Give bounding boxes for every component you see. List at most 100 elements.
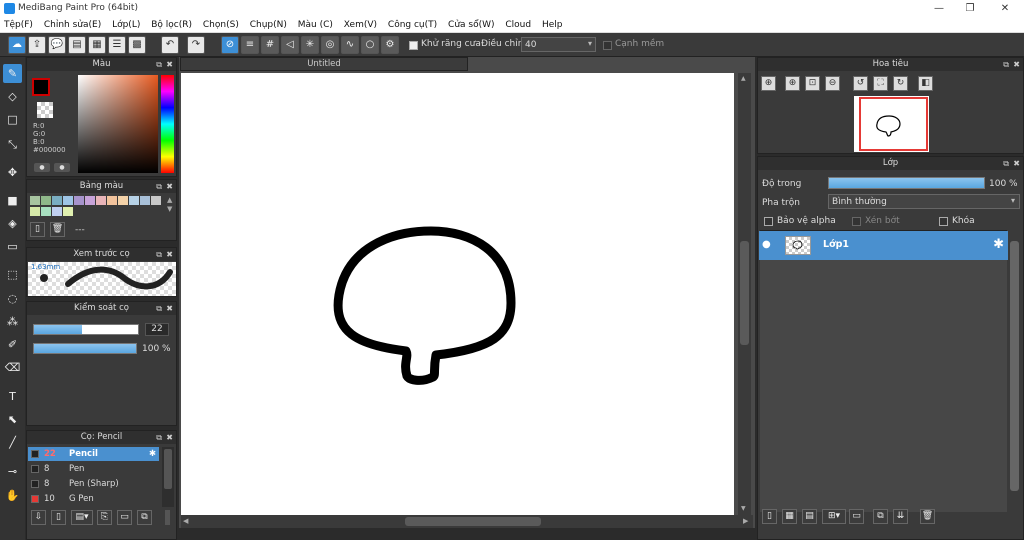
grid-icon[interactable]: ▩ xyxy=(128,36,146,54)
new-1bit-layer-icon[interactable]: ▤ xyxy=(802,509,817,524)
adjust-dropdown[interactable]: 40 ▾ xyxy=(521,37,596,52)
undo-icon[interactable]: ↶ xyxy=(161,36,179,54)
flip-icon[interactable]: ◧ xyxy=(918,76,933,91)
palette-swatch[interactable] xyxy=(41,196,51,205)
cloud-icon[interactable]: ☁ xyxy=(8,36,26,54)
undock-icon[interactable]: ⧉ xyxy=(156,248,162,261)
snap-off-icon[interactable]: ⊘ xyxy=(221,36,239,54)
protect-alpha-checkbox[interactable] xyxy=(764,217,773,226)
folder-icon[interactable]: ▭ xyxy=(117,510,132,525)
brush-item-pen[interactable]: 8 Pen xyxy=(28,462,159,476)
brush-item-gpen[interactable]: 10 G Pen xyxy=(28,492,159,506)
parallel-snap-icon[interactable]: ≡ xyxy=(241,36,259,54)
hand-tool-icon[interactable]: ✋ xyxy=(3,486,22,505)
gear-icon[interactable]: ✱ xyxy=(993,237,1004,252)
palette-scroll-icon[interactable]: ▲ ▼ xyxy=(167,196,172,214)
rectangle-tool-icon[interactable]: □ xyxy=(3,110,22,129)
vanish-snap-icon[interactable]: ◁ xyxy=(281,36,299,54)
zoom-out-icon[interactable]: ⊖ xyxy=(825,76,840,91)
undock-icon[interactable]: ⧉ xyxy=(156,58,162,71)
palette-swatch[interactable] xyxy=(140,196,150,205)
redo-icon[interactable]: ↷ xyxy=(187,36,205,54)
fit-screen-icon[interactable]: ⛶ xyxy=(873,76,888,91)
eyedropper-icon[interactable]: ⊸ xyxy=(3,462,22,481)
circle-snap-icon[interactable]: ◎ xyxy=(321,36,339,54)
hue-slider[interactable] xyxy=(161,75,174,173)
zoom-in-icon[interactable]: ⊕ xyxy=(785,76,800,91)
blend-mode-dropdown[interactable]: Bình thường ▾ xyxy=(828,194,1020,209)
merge-layer-icon[interactable]: ⇊ xyxy=(893,509,908,524)
menu-filter[interactable]: Bộ lọc(R) xyxy=(147,17,196,33)
export-icon[interactable]: ⇪ xyxy=(28,36,46,54)
new-halftone-layer-icon[interactable]: ▦ xyxy=(782,509,797,524)
operation-tool-icon[interactable]: ⬉ xyxy=(3,410,22,429)
close-icon[interactable]: ✖ xyxy=(1013,157,1020,170)
navigator-thumbnail[interactable] xyxy=(854,96,929,152)
undock-icon[interactable]: ⧉ xyxy=(1003,157,1009,170)
menu-layer[interactable]: Lớp(L) xyxy=(108,17,144,33)
brush-item-pencil[interactable]: 22 Pencil ✱ xyxy=(28,447,159,461)
canvas-horizontal-scrollbar[interactable]: ◀ ▶ xyxy=(181,515,753,528)
menu-view[interactable]: Xem(V) xyxy=(340,17,381,33)
fill-rect-tool-icon[interactable]: ■ xyxy=(3,191,22,210)
layer-folder-icon[interactable]: ▭ xyxy=(849,509,864,524)
palette-swatch[interactable] xyxy=(74,196,84,205)
gradient-tool-icon[interactable]: ▭ xyxy=(3,237,22,256)
menu-cloud[interactable]: Cloud xyxy=(501,17,535,33)
divide-tool-icon[interactable]: ╱ xyxy=(3,433,22,452)
layer-opacity-slider[interactable] xyxy=(828,177,985,189)
palette-swatch[interactable] xyxy=(96,196,106,205)
undock-icon[interactable]: ⧉ xyxy=(1003,58,1009,71)
color-mode2-icon[interactable]: ● xyxy=(54,163,70,172)
brush-settings-icon[interactable]: ⎘ xyxy=(97,510,112,525)
menu-color[interactable]: Màu (C) xyxy=(294,17,337,33)
palette-swatch[interactable] xyxy=(85,196,95,205)
menu-select[interactable]: Chọn(S) xyxy=(199,17,243,33)
close-icon[interactable]: ✖ xyxy=(166,248,173,261)
move-tool-icon[interactable]: ✥ xyxy=(3,163,22,182)
palette-swatch[interactable] xyxy=(107,196,117,205)
horizontal-scroll-thumb[interactable] xyxy=(405,517,541,526)
brush-opacity-slider[interactable] xyxy=(33,343,137,354)
comment-icon[interactable]: 💬 xyxy=(48,36,66,54)
bucket-tool-icon[interactable]: ◈ xyxy=(3,214,22,233)
palette-swatch[interactable] xyxy=(41,207,51,216)
rotate-left-icon[interactable]: ↺ xyxy=(853,76,868,91)
menu-edit[interactable]: Chỉnh sửa(E) xyxy=(40,17,105,33)
secondary-color-swatch[interactable] xyxy=(37,102,53,118)
new-palette-icon[interactable]: ▯ xyxy=(30,222,45,237)
palette-swatch[interactable] xyxy=(129,196,139,205)
menu-file[interactable]: Tệp(F) xyxy=(0,17,37,33)
new-layer-icon[interactable]: ▯ xyxy=(762,509,777,524)
undock-icon[interactable]: ⧉ xyxy=(156,302,162,315)
lasso-icon[interactable]: ◌ xyxy=(3,289,22,308)
undock-icon[interactable]: ⧉ xyxy=(156,431,162,444)
add-brush-icon[interactable]: ▤▾ xyxy=(71,510,93,525)
download-brush-icon[interactable]: ⇩ xyxy=(31,510,46,525)
zoom-actual-icon[interactable]: ⊡ xyxy=(805,76,820,91)
brush-item-pen-sharp[interactable]: 8 Pen (Sharp) xyxy=(28,477,159,491)
palette-swatch[interactable] xyxy=(63,196,73,205)
select-rect-icon[interactable]: ⬚ xyxy=(3,265,22,284)
brush-list-scrollbar[interactable] xyxy=(162,447,174,507)
gear-icon[interactable]: ✱ xyxy=(149,447,156,461)
close-icon[interactable]: ✖ xyxy=(166,180,173,193)
message-icon[interactable]: ▤ xyxy=(68,36,86,54)
rotate-right-icon[interactable]: ↻ xyxy=(893,76,908,91)
soft-edge-checkbox[interactable] xyxy=(603,41,612,50)
brush-size-value[interactable]: 22 xyxy=(145,323,169,336)
duplicate-brush-icon[interactable]: ⧉ xyxy=(137,510,152,525)
menu-tools[interactable]: Công cụ(T) xyxy=(384,17,441,33)
primary-color-swatch[interactable] xyxy=(32,78,50,96)
scroll-down-icon[interactable]: ▼ xyxy=(741,505,746,512)
add-layer-menu-icon[interactable]: ⊞▾ xyxy=(822,509,846,524)
saturation-value-picker[interactable] xyxy=(78,75,158,173)
color-mode-icon[interactable]: ● xyxy=(34,163,50,172)
dot-tool-icon[interactable]: ⤡ xyxy=(3,135,22,154)
list-icon[interactable]: ☰ xyxy=(108,36,126,54)
close-button[interactable]: ✕ xyxy=(990,0,1020,17)
close-icon[interactable]: ✖ xyxy=(166,58,173,71)
trash-icon[interactable]: 🗑 xyxy=(920,509,935,524)
undock-icon[interactable]: ⧉ xyxy=(156,180,162,193)
palette-swatch[interactable] xyxy=(30,196,40,205)
